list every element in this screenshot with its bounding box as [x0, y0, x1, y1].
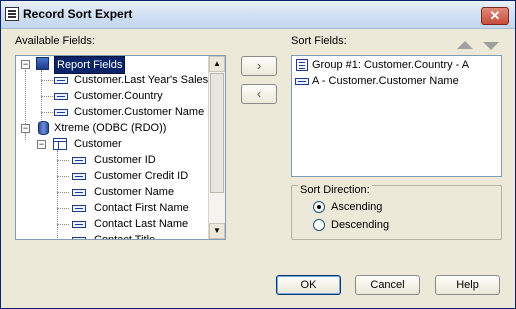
move-down-icon[interactable]: [483, 42, 499, 50]
chevron-left-icon: ‹: [256, 86, 262, 101]
cancel-button-label: Cancel: [370, 279, 405, 291]
sort-fields-list[interactable]: Group #1: Customer.Country - A A - Custo…: [291, 55, 502, 177]
tree-node-field[interactable]: Customer.Country: [16, 88, 210, 104]
tree-node-field[interactable]: Customer.Customer Name: [16, 104, 210, 120]
tree-node-field[interactable]: Customer Name: [16, 184, 210, 200]
close-icon: ✕: [489, 8, 501, 23]
sort-field-label: A - Customer.Customer Name: [312, 75, 459, 87]
field-icon: [72, 221, 86, 228]
scroll-down-button[interactable]: ▼: [209, 223, 225, 239]
help-button-label: Help: [456, 279, 479, 291]
chevron-right-icon: ›: [256, 58, 262, 73]
field-icon: [54, 109, 68, 116]
dialog-icon: [5, 7, 19, 21]
sort-direction-label: Sort Direction:: [298, 184, 372, 196]
field-icon: [54, 93, 68, 100]
field-icon: [54, 77, 68, 84]
sort-field-item[interactable]: A - Customer.Customer Name: [293, 73, 500, 89]
tree-node-database[interactable]: − Xtreme (ODBC (RDO)): [16, 120, 210, 136]
database-icon: [38, 121, 49, 135]
tree-node-label: Customer.Customer Name: [74, 106, 205, 118]
tree-node-report-fields[interactable]: − Report Fields: [16, 56, 210, 74]
descending-label[interactable]: Descending: [331, 219, 389, 231]
descending-radio[interactable]: [313, 219, 325, 231]
tree-node-field[interactable]: Contact First Name: [16, 200, 210, 216]
move-up-icon[interactable]: [457, 41, 473, 49]
record-sort-expert-dialog: Record Sort Expert ✕ Available Fields: −…: [0, 0, 516, 309]
sort-field-item[interactable]: Group #1: Customer.Country - A: [293, 57, 500, 73]
tree-node-table[interactable]: − Customer: [16, 136, 210, 152]
tree-node-label: Contact First Name: [94, 202, 189, 214]
ascending-radio[interactable]: [313, 201, 325, 213]
tree-node-label: Contact Title: [94, 234, 156, 240]
tree-node-field[interactable]: Customer Credit ID: [16, 168, 210, 184]
help-button[interactable]: Help: [435, 275, 500, 295]
tree-node-field[interactable]: Contact Title: [16, 232, 210, 240]
sort-fields-label: Sort Fields:: [291, 35, 347, 47]
dialog-title: Record Sort Expert: [23, 7, 133, 21]
table-icon: [53, 138, 67, 150]
tree-node-label: Customer Name: [94, 186, 175, 198]
tree-node-label: Contact Last Name: [94, 218, 189, 230]
tree-node-label: Customer.Country: [74, 90, 163, 102]
title-bar[interactable]: Record Sort Expert ✕: [1, 1, 515, 29]
field-icon: [72, 205, 86, 212]
scroll-thumb[interactable]: [210, 73, 224, 193]
tree-node-field[interactable]: Customer.Last Year's Sales: [16, 72, 210, 88]
tree-content: − Report Fields Customer.Last Year's Sal…: [16, 56, 210, 240]
available-fields-label: Available Fields:: [15, 35, 95, 47]
tree-node-label: Customer.Last Year's Sales: [74, 74, 209, 86]
available-fields-tree[interactable]: − Report Fields Customer.Last Year's Sal…: [15, 55, 226, 240]
scroll-up-icon: ▲: [213, 59, 221, 68]
field-icon: [72, 157, 86, 164]
tree-node-field[interactable]: Contact Last Name: [16, 216, 210, 232]
ok-button[interactable]: OK: [276, 275, 341, 295]
group-icon: [296, 59, 308, 71]
tree-node-label: Customer Credit ID: [94, 170, 189, 182]
ascending-label[interactable]: Ascending: [331, 201, 382, 213]
tree-node-label: Customer: [74, 138, 122, 150]
close-button[interactable]: ✕: [481, 7, 509, 25]
field-icon: [295, 78, 309, 85]
remove-field-button[interactable]: ‹: [241, 84, 277, 104]
scroll-down-icon: ▼: [213, 226, 221, 235]
field-icon: [72, 173, 86, 180]
field-icon: [72, 189, 86, 196]
field-icon: [72, 237, 86, 239]
add-field-button[interactable]: ›: [241, 56, 277, 76]
tree-vertical-scrollbar[interactable]: ▲ ▼: [208, 56, 225, 239]
tree-node-label: Customer ID: [94, 154, 156, 166]
collapse-icon[interactable]: −: [37, 140, 46, 149]
tree-node-field[interactable]: Customer ID: [16, 152, 210, 168]
cancel-button[interactable]: Cancel: [355, 275, 420, 295]
collapse-icon[interactable]: −: [21, 124, 30, 133]
ok-button-label: OK: [300, 279, 317, 291]
report-fields-icon: [36, 57, 49, 70]
tree-node-label: Xtreme (ODBC (RDO)): [54, 122, 167, 134]
sort-field-label: Group #1: Customer.Country - A: [312, 59, 470, 71]
collapse-icon[interactable]: −: [21, 60, 30, 69]
scroll-up-button[interactable]: ▲: [209, 56, 225, 72]
